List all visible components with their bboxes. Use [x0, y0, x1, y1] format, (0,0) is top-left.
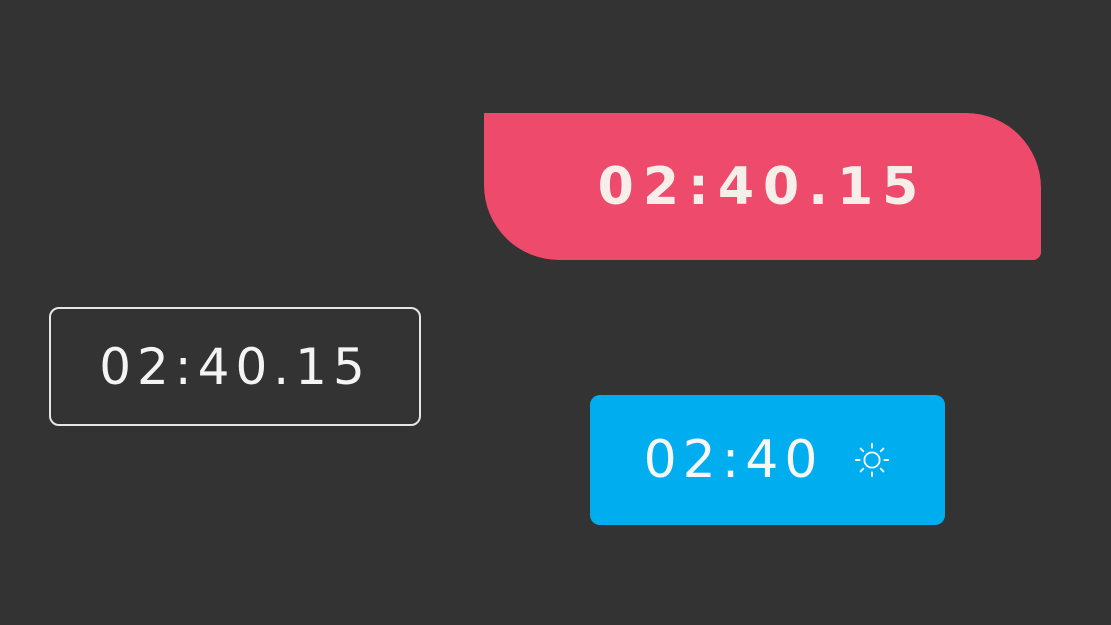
timer-red-time: 02:40.15 [597, 156, 928, 217]
timer-blue: 02:40 [590, 395, 945, 525]
timer-showcase: 02:40.15 02:40.15 02:40 [0, 0, 1111, 625]
timer-blue-time: 02:40 [643, 430, 824, 490]
timer-outlined-time: 02:40.15 [99, 337, 371, 396]
timer-red-pill: 02:40.15 [484, 113, 1041, 260]
sun-icon[interactable] [853, 441, 891, 479]
timer-outlined: 02:40.15 [49, 307, 421, 426]
